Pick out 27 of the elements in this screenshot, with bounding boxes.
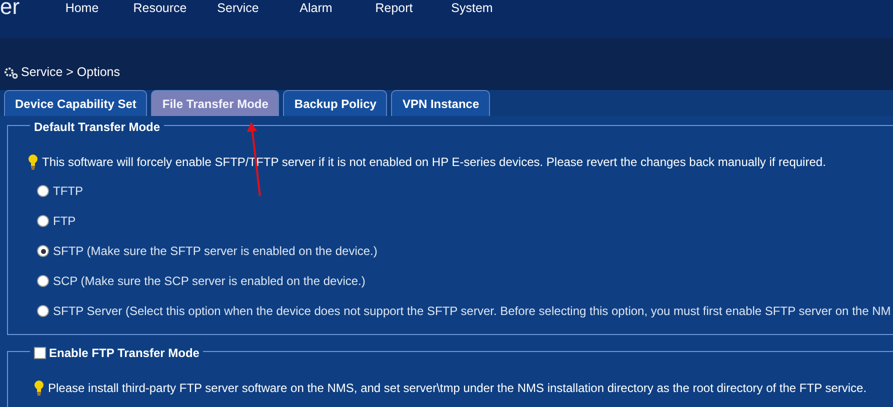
option-label: SCP (Make sure the SCP server is enabled on the device.) [53, 273, 366, 290]
checkbox[interactable] [34, 347, 46, 359]
nav-link[interactable]: Home [43, 0, 121, 16]
section-title: Enable FTP Transfer Mode [49, 345, 200, 362]
nav-link[interactable]: Resource [121, 0, 199, 16]
nav-link[interactable]: Alarm [277, 0, 355, 16]
option-label: SFTP Server (Select this option when the device does not support the SFTP server. Before selecting this option, you must first enable SFTP server on the NM [53, 303, 891, 320]
gears-icon [4, 66, 18, 79]
option-label: TFTP [53, 183, 83, 200]
nav-link[interactable]: System [433, 0, 511, 16]
radio-button[interactable] [37, 275, 49, 287]
radio-button[interactable] [37, 305, 49, 317]
radio-button[interactable] [37, 245, 49, 257]
option-label: FTP [53, 213, 76, 230]
tip-text: Please install third-party FTP server software on the NMS, and set server\tmp under the NMS installation directory as the root directory of the FTP service. [48, 380, 867, 397]
tab[interactable]: Backup Policy [283, 90, 388, 116]
lightbulb-icon [34, 380, 44, 396]
radio-button[interactable] [37, 185, 49, 197]
tab[interactable]: Device Capability Set [4, 90, 148, 116]
nav-link[interactable]: Report [355, 0, 433, 16]
option-label: SFTP (Make sure the SFTP server is enabled on the device.) [53, 243, 378, 260]
breadcrumb: Service > Options [21, 64, 120, 82]
radio-button[interactable] [37, 215, 49, 227]
lightbulb-icon [28, 154, 38, 170]
nav-link[interactable]: Service [199, 0, 277, 16]
logo-text: er [0, 0, 21, 15]
tab[interactable]: VPN Instance [391, 90, 490, 116]
